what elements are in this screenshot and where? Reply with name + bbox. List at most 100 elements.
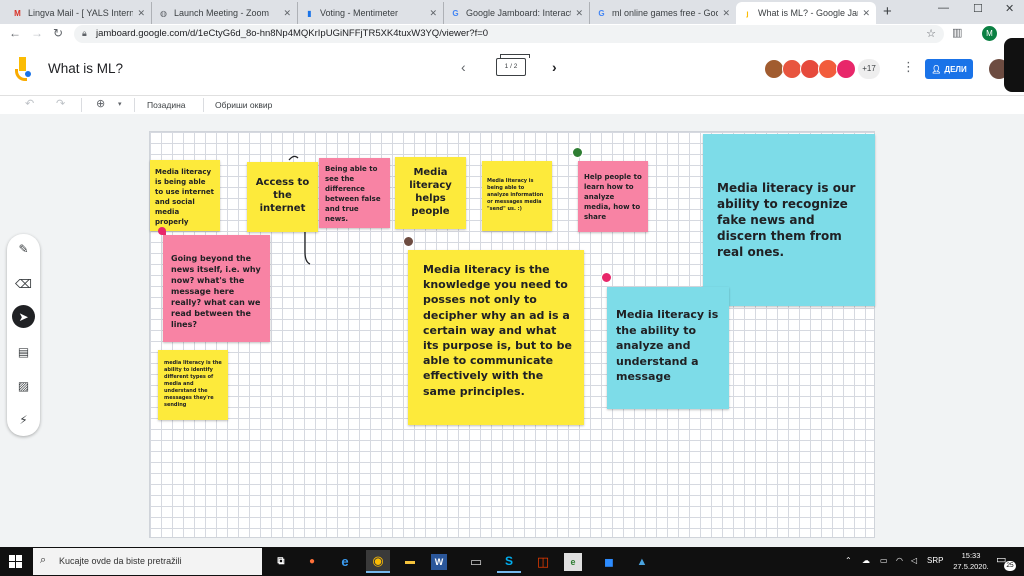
- app-window-icon[interactable]: ▭: [464, 550, 488, 573]
- new-tab-button[interactable]: +: [883, 3, 892, 20]
- system-clock[interactable]: 15:33 27.5.2020.: [953, 550, 989, 572]
- tab-what-is-ml[interactable]: ȷ What is ML? - Google Jambo ✕: [736, 2, 876, 24]
- chevron-up-icon[interactable]: ⌃: [845, 556, 852, 565]
- google-icon: G: [452, 8, 459, 18]
- tab-mentimeter[interactable]: ▮ Voting - Mentimeter ✕: [298, 2, 444, 24]
- close-icon[interactable]: ✕: [575, 8, 583, 19]
- avatar[interactable]: [818, 59, 838, 79]
- close-icon[interactable]: ✕: [722, 8, 730, 19]
- sticky-note[interactable]: Media literacy is being able to analyze …: [482, 161, 552, 231]
- windows-start-icon[interactable]: [9, 555, 22, 568]
- back-arrow-icon[interactable]: ←: [9, 26, 21, 40]
- sticky-note[interactable]: Media literacy is our ability to recogni…: [703, 134, 875, 306]
- omnibox[interactable]: 🔒︎ jamboard.google.com/d/1eCtyG6d_8o-hn8…: [74, 25, 944, 43]
- sticky-note[interactable]: Access to the internet: [247, 162, 318, 232]
- tab-title: What is ML? - Google Jambo: [758, 8, 858, 18]
- chrome-icon[interactable]: ◉: [366, 550, 390, 573]
- jamboard-logo-icon[interactable]: [15, 57, 31, 81]
- avatar[interactable]: [782, 59, 802, 79]
- zoom-icon[interactable]: ⊕: [96, 97, 105, 110]
- extension-icon[interactable]: ▥: [952, 26, 962, 39]
- select-arrow-icon[interactable]: ➤: [12, 305, 35, 328]
- language-indicator[interactable]: SRP: [927, 556, 943, 565]
- sticky-note[interactable]: Media literacy is being able to use inte…: [150, 160, 220, 231]
- sticky-note[interactable]: Media literacy is the ability to analyze…: [607, 287, 729, 409]
- collaborator-cursor: [601, 272, 612, 283]
- battery-icon[interactable]: ▭: [880, 556, 888, 565]
- profile-avatar[interactable]: M: [982, 26, 997, 41]
- bookmark-star-icon[interactable]: ☆: [926, 27, 936, 40]
- sticky-note-icon[interactable]: ▤: [12, 340, 35, 363]
- close-window-button[interactable]: ✕: [1005, 2, 1014, 15]
- search-icon: ⌕: [40, 554, 47, 566]
- tab-title: Google Jamboard: Interactiv: [466, 8, 572, 18]
- chevron-right-icon[interactable]: ›: [552, 59, 557, 75]
- zoom-app-icon[interactable]: ◼: [597, 550, 621, 573]
- avatar[interactable]: [800, 59, 820, 79]
- photos-icon[interactable]: ▲: [630, 550, 654, 573]
- close-icon[interactable]: ✕: [429, 8, 437, 19]
- note-text: Media literacy is being able to use inte…: [155, 168, 214, 226]
- word-icon[interactable]: W: [431, 554, 447, 570]
- laser-icon[interactable]: ⚡: [12, 408, 35, 431]
- maximize-button[interactable]: ☐: [973, 2, 983, 15]
- chevron-left-icon[interactable]: ‹: [461, 59, 466, 75]
- avatar[interactable]: [764, 59, 784, 79]
- clear-frame-button[interactable]: Обриши оквир: [215, 100, 272, 110]
- eraser-icon[interactable]: ⌫: [12, 272, 35, 295]
- edge-icon[interactable]: e: [333, 550, 357, 573]
- document-title[interactable]: What is ML?: [48, 61, 123, 76]
- chevron-down-icon[interactable]: ▾: [118, 100, 122, 108]
- toolbar: ↶ ↷ ⊕ ▾ Позадина Обриши оквир: [0, 96, 1024, 114]
- sticky-note[interactable]: Going beyond the news itself, i.e. why n…: [163, 235, 270, 342]
- tab-google-jamboard[interactable]: G Google Jamboard: Interactiv ✕: [444, 2, 590, 24]
- network-icon[interactable]: ◠: [896, 556, 903, 565]
- undo-icon[interactable]: ↶: [25, 97, 34, 110]
- close-icon[interactable]: ✕: [137, 8, 145, 19]
- close-icon[interactable]: ✕: [862, 8, 870, 19]
- note-text: media literacy is the ability to identif…: [164, 360, 222, 408]
- frame-pager[interactable]: 1 / 2: [496, 54, 530, 76]
- sticky-note[interactable]: media literacy is the ability to identif…: [158, 350, 228, 420]
- tab-google-search[interactable]: G ml online games free - Goo ✕: [590, 2, 736, 24]
- eplanet-icon[interactable]: e: [564, 553, 582, 571]
- file-explorer-icon[interactable]: ▬: [398, 550, 422, 573]
- volume-icon[interactable]: ◁: [911, 556, 917, 565]
- lock-icon: 🔒︎: [82, 28, 87, 38]
- sticky-note[interactable]: Help people to learn how to analyze medi…: [578, 161, 648, 232]
- skype-icon[interactable]: S: [497, 550, 521, 573]
- forward-arrow-icon[interactable]: →: [31, 26, 43, 40]
- taskbar-search[interactable]: ⌕ Kucajte ovde da biste pretražili: [33, 548, 262, 575]
- collaborator-cursor: [572, 147, 583, 158]
- address-bar: ← → ↻ 🔒︎ jamboard.google.com/d/1eCtyG6d_…: [0, 24, 1024, 44]
- tab-zoom[interactable]: ◍ Launch Meeting - Zoom ✕: [152, 2, 298, 24]
- sticky-note[interactable]: Media literacy helps people: [395, 157, 466, 229]
- avatar[interactable]: [836, 59, 856, 79]
- image-icon[interactable]: ▨: [12, 374, 35, 397]
- task-view-icon[interactable]: ⧉: [269, 550, 293, 573]
- more-collaborators-badge[interactable]: +17: [858, 59, 880, 79]
- office-icon[interactable]: ◫: [531, 550, 555, 573]
- mentimeter-icon: ▮: [307, 8, 312, 18]
- url-text[interactable]: jamboard.google.com/d/1eCtyG6d_8o-hn8Np4…: [96, 28, 488, 39]
- cloud-icon[interactable]: ☁: [862, 556, 870, 565]
- tab-title: ml online games free - Goo: [612, 8, 719, 18]
- reload-icon[interactable]: ↻: [53, 26, 63, 40]
- more-vert-icon[interactable]: ⋮: [902, 59, 915, 75]
- redo-icon[interactable]: ↷: [56, 97, 65, 110]
- note-text: Help people to learn how to analyze medi…: [584, 173, 642, 221]
- share-button[interactable]: 👤︎ ДЕЛИ: [925, 59, 973, 79]
- close-icon[interactable]: ✕: [283, 8, 291, 19]
- tab-lingva-mail[interactable]: M Lingva Mail - [ YALS Interno ✕: [6, 2, 152, 24]
- background-button[interactable]: Позадина: [147, 100, 186, 110]
- firefox-icon[interactable]: ●: [300, 550, 324, 573]
- minimize-button[interactable]: —: [938, 2, 949, 14]
- sticky-note[interactable]: Being able to see the difference between…: [319, 158, 390, 228]
- jamboard-icon: ȷ: [746, 8, 749, 18]
- globe-icon: ◍: [160, 8, 167, 18]
- toolbar-divider: [203, 98, 204, 112]
- sticky-note[interactable]: Media literacy is the knowledge you need…: [408, 250, 584, 425]
- pen-icon[interactable]: ✎: [12, 237, 35, 260]
- tab-strip: M Lingva Mail - [ YALS Interno ✕ ◍ Launc…: [0, 0, 1024, 24]
- note-text: Being able to see the difference between…: [325, 165, 381, 223]
